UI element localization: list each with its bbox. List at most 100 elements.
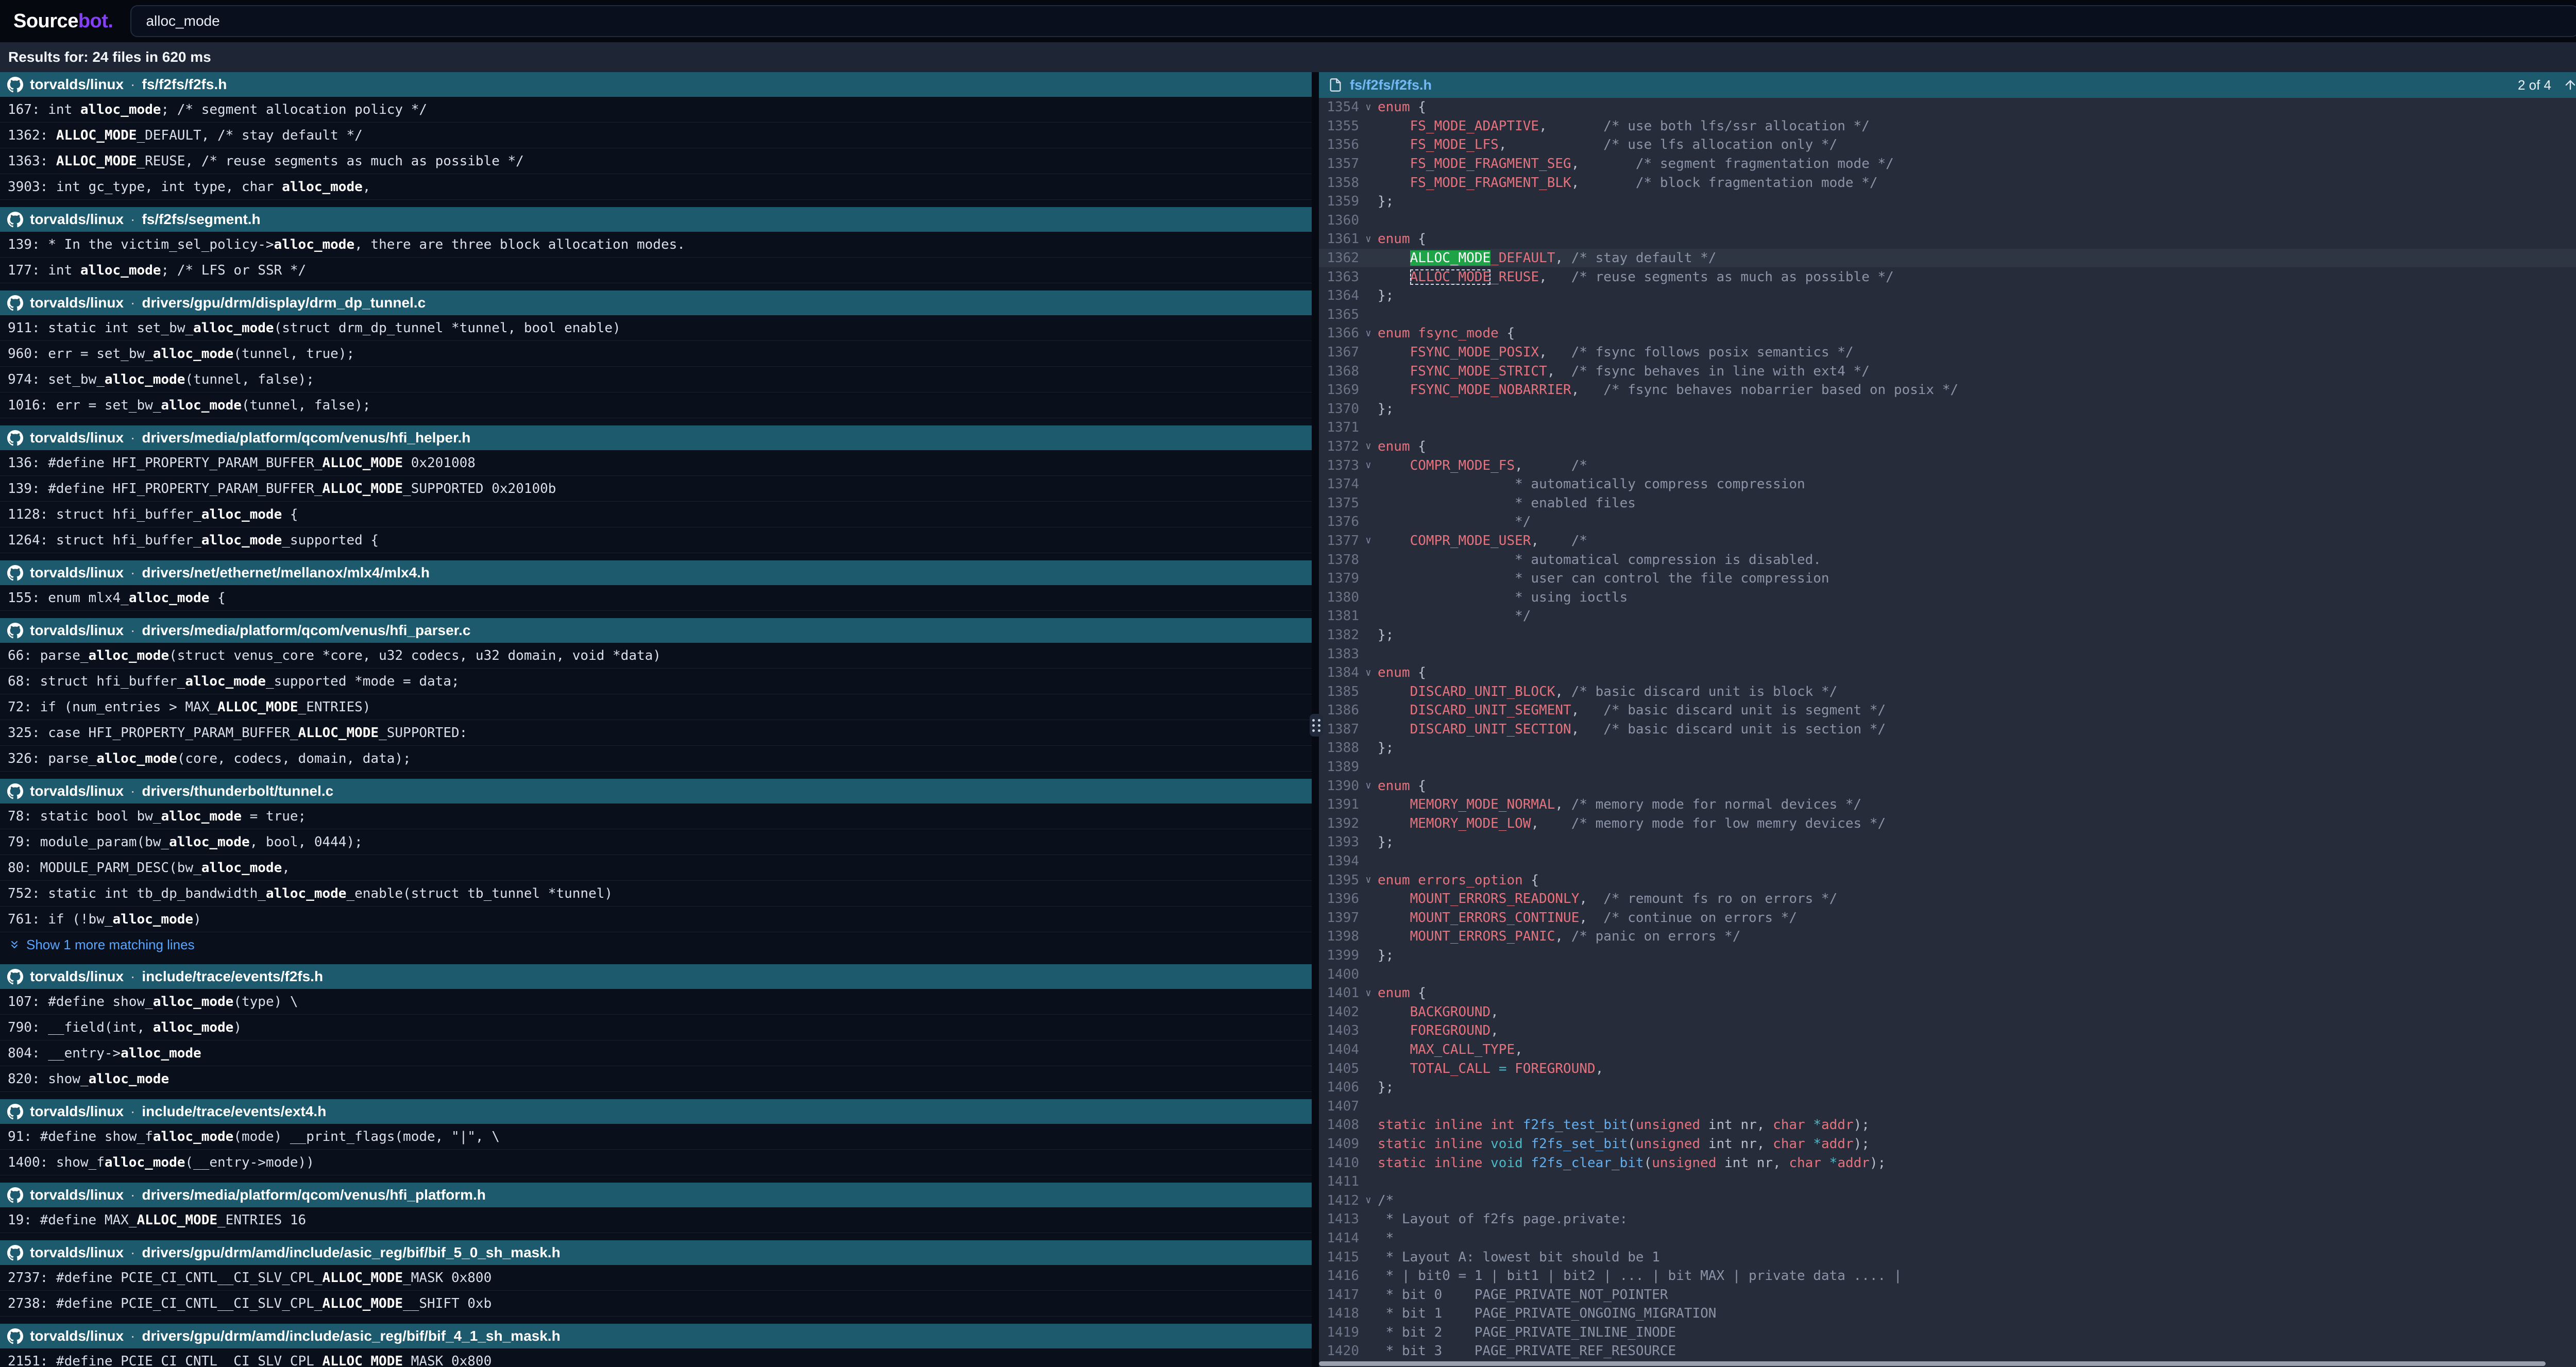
code-line[interactable]: 1389 (1319, 758, 2576, 777)
code-line[interactable]: 1363 ALLOC_MODE_REUSE, /* reuse segments… (1319, 267, 2576, 286)
code-line[interactable]: 1355 FS_MODE_ADAPTIVE, /* use both lfs/s… (1319, 117, 2576, 136)
code-line[interactable]: 1414 * (1319, 1229, 2576, 1248)
file-group-header[interactable]: torvalds/linux · drivers/net/ethernet/me… (0, 560, 1312, 585)
code-line[interactable]: 1373 ∨ COMPR_MODE_FS, /* (1319, 456, 2576, 475)
code-line[interactable]: 1372 ∨ enum { (1319, 437, 2576, 456)
match-line[interactable]: 68: struct hfi_buffer_alloc_mode_support… (0, 669, 1312, 694)
code-line[interactable]: 1382 }; (1319, 626, 2576, 645)
match-line[interactable]: 167: int alloc_mode; /* segment allocati… (0, 97, 1312, 123)
match-line[interactable]: 974: set_bw_alloc_mode(tunnel, false); (0, 367, 1312, 392)
code-line[interactable]: 1393 }; (1319, 833, 2576, 852)
file-group-header[interactable]: torvalds/linux · fs/f2fs/segment.h (0, 207, 1312, 232)
file-group-header[interactable]: torvalds/linux · drivers/gpu/drm/amd/inc… (0, 1324, 1312, 1348)
fold-chevron-icon[interactable]: ∨ (1359, 234, 1378, 244)
code-line[interactable]: 1394 (1319, 852, 2576, 871)
code-line[interactable]: 1359 }; (1319, 192, 2576, 211)
code-line[interactable]: 1397 MOUNT_ERRORS_CONTINUE, /* continue … (1319, 909, 2576, 928)
file-group-header[interactable]: torvalds/linux · drivers/media/platform/… (0, 425, 1312, 450)
search-box[interactable] (130, 5, 2576, 37)
fold-chevron-icon[interactable]: ∨ (1359, 1195, 1378, 1205)
code-line[interactable]: 1371 (1319, 418, 2576, 437)
code-line[interactable]: 1378 * automatical compression is disabl… (1319, 550, 2576, 569)
fold-chevron-icon[interactable]: ∨ (1359, 875, 1378, 885)
match-line[interactable]: 155: enum mlx4_alloc_mode { (0, 585, 1312, 611)
fold-chevron-icon[interactable]: ∨ (1359, 460, 1378, 470)
match-line[interactable]: 19: #define MAX_ALLOC_MODE_ENTRIES 16 (0, 1207, 1312, 1233)
search-input[interactable] (146, 13, 2564, 29)
code-line[interactable]: 1381 */ (1319, 607, 2576, 626)
code-line[interactable]: 1375 * enabled files (1319, 493, 2576, 512)
match-line[interactable]: 761: if (!bw_alloc_mode) (0, 907, 1312, 932)
horizontal-scrollbar-thumb[interactable] (1319, 1361, 2546, 1366)
match-line[interactable]: 91: #define show_falloc_mode(mode) __pri… (0, 1124, 1312, 1150)
match-line[interactable]: 1128: struct hfi_buffer_alloc_mode { (0, 502, 1312, 527)
code-line[interactable]: 1391 MEMORY_MODE_NORMAL, /* memory mode … (1319, 795, 2576, 814)
fold-chevron-icon[interactable]: ∨ (1359, 988, 1378, 998)
match-line[interactable]: 1362: ALLOC_MODE_DEFAULT, /* stay defaul… (0, 123, 1312, 148)
match-line[interactable]: 790: __field(int, alloc_mode) (0, 1015, 1312, 1040)
file-group-header[interactable]: torvalds/linux · fs/f2fs/f2fs.h (0, 72, 1312, 97)
match-line[interactable]: 1400: show_falloc_mode(__entry->mode)) (0, 1150, 1312, 1175)
code-line[interactable]: 1409 static inline void f2fs_set_bit(uns… (1319, 1135, 2576, 1154)
match-line[interactable]: 139: * In the victim_sel_policy->alloc_m… (0, 232, 1312, 258)
code-line[interactable]: 1400 (1319, 965, 2576, 984)
code-line[interactable]: 1360 (1319, 211, 2576, 230)
code-line[interactable]: 1418 * bit 1 PAGE_PRIVATE_ONGOING_MIGRAT… (1319, 1304, 2576, 1323)
code-line[interactable]: 1380 * using ioctls (1319, 588, 2576, 607)
match-line[interactable]: 3903: int gc_type, int type, char alloc_… (0, 174, 1312, 200)
fold-chevron-icon[interactable]: ∨ (1359, 668, 1378, 678)
code-line[interactable]: 1365 (1319, 305, 2576, 324)
match-line[interactable]: 2738: #define PCIE_CI_CNTL__CI_SLV_CPL_A… (0, 1291, 1312, 1317)
match-line[interactable]: 1016: err = set_bw_alloc_mode(tunnel, fa… (0, 392, 1312, 418)
fold-chevron-icon[interactable]: ∨ (1359, 781, 1378, 791)
match-line[interactable]: 80: MODULE_PARM_DESC(bw_alloc_mode, (0, 855, 1312, 881)
code-line[interactable]: 1408 static inline int f2fs_test_bit(uns… (1319, 1116, 2576, 1135)
file-group-header[interactable]: torvalds/linux · drivers/media/platform/… (0, 1183, 1312, 1207)
fold-chevron-icon[interactable]: ∨ (1359, 329, 1378, 338)
match-line[interactable]: 804: __entry->alloc_mode (0, 1040, 1312, 1066)
code-line[interactable]: 1368 FSYNC_MODE_STRICT, /* fsync behaves… (1319, 362, 2576, 381)
resize-handle[interactable] (1310, 714, 1323, 737)
code-line[interactable]: 1384 ∨ enum { (1319, 663, 2576, 682)
match-line[interactable]: 136: #define HFI_PROPERTY_PARAM_BUFFER_A… (0, 450, 1312, 476)
fold-chevron-icon[interactable]: ∨ (1359, 102, 1378, 112)
file-group-header[interactable]: torvalds/linux · drivers/media/platform/… (0, 618, 1312, 643)
code-line[interactable]: 1379 * user can control the file compres… (1319, 569, 2576, 588)
code-line[interactable]: 1396 MOUNT_ERRORS_READONLY, /* remount f… (1319, 890, 2576, 909)
code-line[interactable]: 1412 ∨ /* (1319, 1191, 2576, 1210)
code-line[interactable]: 1367 FSYNC_MODE_POSIX, /* fsync follows … (1319, 343, 2576, 362)
code-line[interactable]: 1361 ∨ enum { (1319, 230, 2576, 249)
code-line[interactable]: 1357 FS_MODE_FRAGMENT_SEG, /* segment fr… (1319, 155, 2576, 174)
fold-chevron-icon[interactable]: ∨ (1359, 441, 1378, 451)
code-line[interactable]: 1366 ∨ enum fsync_mode { (1319, 324, 2576, 343)
code-line[interactable]: 1370 }; (1319, 400, 2576, 419)
match-line[interactable]: 1264: struct hfi_buffer_alloc_mode_suppo… (0, 527, 1312, 553)
match-line[interactable]: 1363: ALLOC_MODE_REUSE, /* reuse segment… (0, 148, 1312, 174)
match-line[interactable]: 72: if (num_entries > MAX_ALLOC_MODE_ENT… (0, 694, 1312, 720)
code-line[interactable]: 1387 DISCARD_UNIT_SECTION, /* basic disc… (1319, 720, 2576, 739)
code-line[interactable]: 1388 }; (1319, 739, 2576, 758)
code-line[interactable]: 1399 }; (1319, 946, 2576, 965)
fold-chevron-icon[interactable]: ∨ (1359, 536, 1378, 545)
code-line[interactable]: 1411 (1319, 1172, 2576, 1191)
match-line[interactable]: 107: #define show_alloc_mode(type) \ (0, 989, 1312, 1015)
match-line[interactable]: 820: show_alloc_mode (0, 1066, 1312, 1092)
code-line[interactable]: 1376 */ (1319, 512, 2576, 532)
match-line[interactable]: 78: static bool bw_alloc_mode = true; (0, 804, 1312, 829)
code-line[interactable]: 1419 * bit 2 PAGE_PRIVATE_INLINE_INODE (1319, 1323, 2576, 1342)
code-line[interactable]: 1358 FS_MODE_FRAGMENT_BLK, /* block frag… (1319, 173, 2576, 192)
match-line[interactable]: 2737: #define PCIE_CI_CNTL__CI_SLV_CPL_A… (0, 1265, 1312, 1291)
code-line[interactable]: 1354 ∨ enum { (1319, 98, 2576, 117)
code-line[interactable]: 1385 DISCARD_UNIT_BLOCK, /* basic discar… (1319, 682, 2576, 701)
match-line[interactable]: 66: parse_alloc_mode(struct venus_core *… (0, 643, 1312, 669)
sourcebot-logo[interactable]: Sourcebot. (13, 10, 113, 32)
match-line[interactable]: 79: module_param(bw_alloc_mode, bool, 04… (0, 829, 1312, 855)
show-more-matches[interactable]: Show 1 more matching lines (0, 932, 1312, 957)
code-line[interactable]: 1374 * automatically compress compressio… (1319, 475, 2576, 494)
code-line[interactable]: 1398 MOUNT_ERRORS_PANIC, /* panic on err… (1319, 927, 2576, 946)
previous-match-button[interactable] (2562, 76, 2576, 94)
preview-file-path[interactable]: fs/f2fs/f2fs.h (1350, 77, 1432, 93)
match-line[interactable]: 326: parse_alloc_mode(core, codecs, doma… (0, 746, 1312, 772)
code-line[interactable]: 1420 * bit 3 PAGE_PRIVATE_REF_RESOURCE (1319, 1342, 2576, 1361)
code-line[interactable]: 1386 DISCARD_UNIT_SEGMENT, /* basic disc… (1319, 701, 2576, 720)
